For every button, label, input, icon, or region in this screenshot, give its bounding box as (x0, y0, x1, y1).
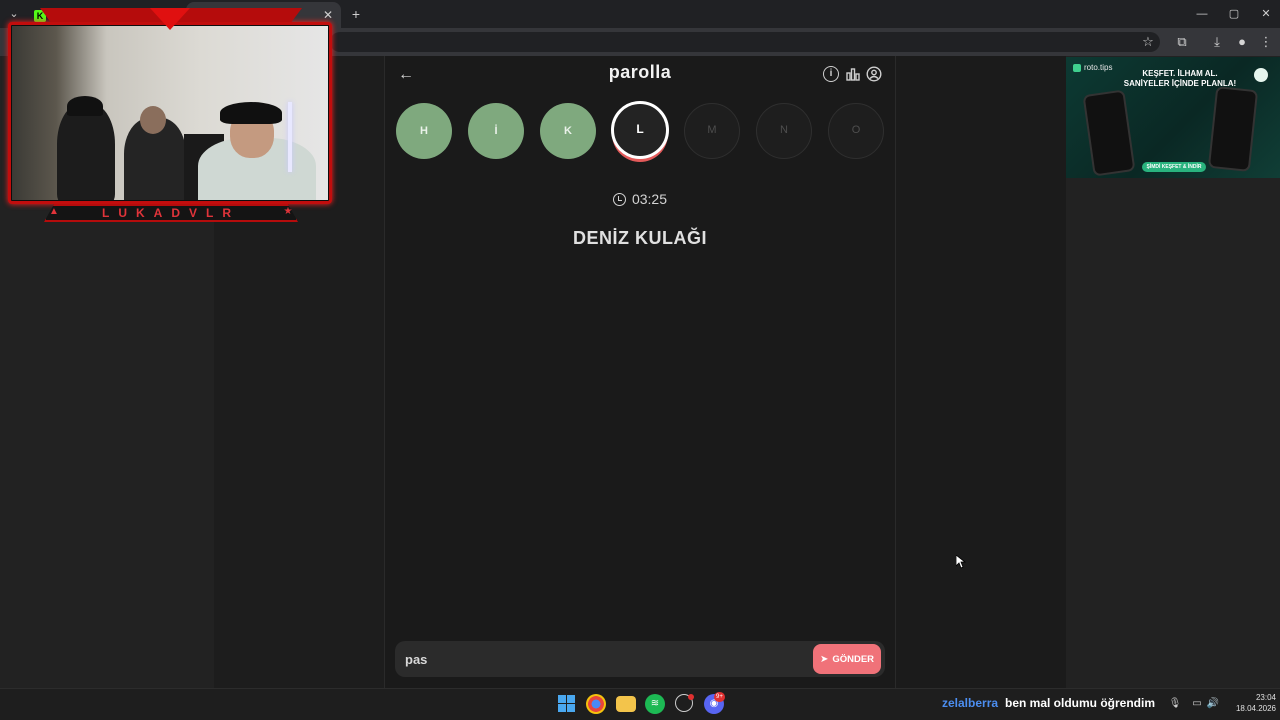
tab-search-chevron-icon[interactable]: ⌄ (6, 6, 22, 22)
browser-menu-icon[interactable]: ⋮ (1256, 32, 1276, 52)
star-icon: ★ (283, 206, 293, 217)
chat-message: ben mal oldumu öğrendim (1005, 696, 1156, 710)
ad-dot-icon (1254, 68, 1268, 82)
notification-dot (688, 694, 694, 700)
spotify-icon[interactable]: ≋ (645, 694, 665, 714)
extensions-icon[interactable]: ⧉ (1172, 32, 1192, 52)
close-window-button[interactable]: ✕ (1254, 4, 1278, 24)
send-label: GÖNDER (832, 653, 875, 665)
user-icon[interactable] (866, 66, 882, 82)
game-title: parolla (608, 62, 672, 82)
display-icon[interactable]: ▭ (1190, 697, 1204, 711)
timer-value: 03:25 (631, 191, 668, 207)
back-arrow-icon[interactable]: ← (395, 64, 417, 86)
question-text: DENİZ KULAĞI (573, 228, 707, 248)
info-icon[interactable]: i (823, 66, 839, 82)
send-button[interactable]: ➤ GÖNDER (813, 644, 881, 674)
person-image (57, 104, 115, 200)
download-icon[interactable]: ⤓ (1207, 32, 1227, 52)
send-icon: ➤ (819, 653, 829, 665)
answer-input[interactable] (405, 650, 785, 668)
chat-username: zelalberra (942, 696, 999, 710)
profile-avatar[interactable]: ● (1232, 32, 1252, 52)
cap-image (220, 102, 282, 124)
ad-headline-1: KEŞFET. İLHAM AL. (1142, 69, 1218, 78)
face-image (140, 106, 166, 134)
tab-close-icon[interactable]: ✕ (323, 8, 333, 22)
phone-image (1207, 86, 1259, 172)
letter-o: O (828, 103, 884, 159)
user-badge-icon: ▲ (49, 206, 59, 217)
clock-date[interactable]: 18.04.2026 (1226, 704, 1276, 713)
speaker-icon[interactable]: 🔊 (1206, 697, 1220, 711)
minimize-button[interactable]: — (1190, 4, 1214, 24)
ad-logo-icon (1073, 63, 1081, 72)
cap-image (67, 96, 103, 116)
ad-cta-button[interactable]: ŞİMDİ KEŞFET & İNDİR (1142, 162, 1206, 172)
timer: 03:25 (600, 190, 680, 208)
clock-time[interactable]: 23:04 (1236, 693, 1276, 702)
letter-k: K (540, 103, 596, 159)
letter-i: İ (468, 103, 524, 159)
new-tab-button[interactable]: + (346, 4, 366, 24)
letter-h: H (396, 103, 452, 159)
maximize-button[interactable]: ▢ (1222, 4, 1246, 24)
microphone-icon[interactable]: 🎙 (1168, 697, 1182, 711)
address-bar[interactable] (330, 32, 1160, 52)
windows-start-icon[interactable] (558, 695, 575, 712)
discord-badge: 9+ (714, 692, 725, 702)
streamer-name: LUKADVLR (102, 206, 240, 220)
ad-brand: roto.tips (1073, 63, 1112, 72)
letter-l-current: L (611, 101, 669, 159)
file-explorer-icon[interactable] (616, 696, 636, 712)
chrome-icon[interactable] (586, 694, 606, 714)
letter-n: N (756, 103, 812, 159)
bookmark-star-icon[interactable]: ☆ (1138, 32, 1158, 52)
clock-icon (612, 192, 626, 206)
webcam-video (12, 26, 328, 200)
stats-icon[interactable] (845, 66, 861, 82)
letter-m: M (684, 103, 740, 159)
page-right-gutter (896, 56, 1066, 688)
mouse-cursor-icon (955, 554, 967, 574)
light-image (288, 102, 292, 172)
